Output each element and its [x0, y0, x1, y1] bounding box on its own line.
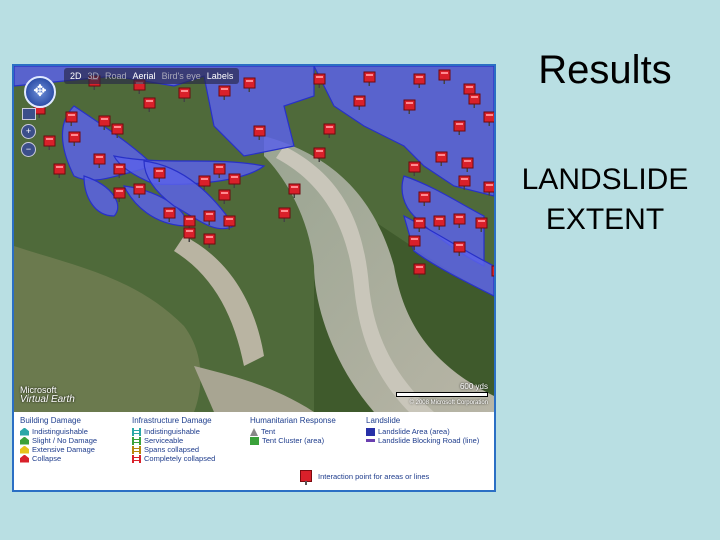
- legend-building-damage: Building Damage Indistinguishable Slight…: [20, 416, 97, 463]
- legend-building-title: Building Damage: [20, 416, 81, 425]
- zoom-in-button[interactable]: +: [21, 124, 36, 139]
- house-icon: [20, 436, 29, 445]
- slide-title: Results: [538, 48, 672, 92]
- toolbar-birds-eye-button[interactable]: Bird's eye: [162, 68, 201, 84]
- map-legend: Building Damage Indistinguishable Slight…: [14, 412, 494, 490]
- bridge-icon: [132, 454, 141, 463]
- pushpin-icon: [300, 470, 312, 485]
- toolbar-2d-button[interactable]: 2D: [70, 68, 82, 84]
- legend-row: Landslide Blocking Road (line): [366, 436, 479, 445]
- legend-label: Extensive Damage: [32, 445, 95, 454]
- house-icon: [20, 454, 29, 463]
- toolbar-aerial-button[interactable]: Aerial: [133, 68, 156, 84]
- legend-row: Collapse: [20, 454, 97, 463]
- toolbar-labels-button[interactable]: Labels: [207, 68, 234, 84]
- map-toolbar: 2D 3D Road Aerial Bird's eye Labels: [64, 68, 240, 84]
- legend-row: Serviceable: [132, 436, 215, 445]
- scale-label: 600 yds: [459, 382, 488, 391]
- satellite-map[interactable]: [14, 66, 494, 412]
- map-copyright: © 2008 Microsoft Corporation: [409, 400, 488, 406]
- slide-body-line-1: LANDSLIDE: [521, 163, 689, 196]
- legend-row: Tent Cluster (area): [250, 436, 336, 445]
- zoom-out-button[interactable]: −: [21, 142, 36, 157]
- legend-row: Completely collapsed: [132, 454, 215, 463]
- legend-infrastructure-damage: Infrastructure Damage Indistinguishable …: [132, 416, 215, 463]
- bridge-icon: [132, 445, 141, 454]
- scale-bar: [396, 392, 488, 397]
- toolbar-3d-button[interactable]: 3D: [88, 68, 100, 84]
- bridge-icon: [132, 427, 141, 436]
- pan-compass-icon[interactable]: [24, 76, 56, 108]
- bridge-icon: [132, 436, 141, 445]
- landslide-road-icon: [366, 439, 375, 442]
- legend-label: Tent Cluster (area): [262, 436, 325, 445]
- legend-label: Landslide Area (area): [378, 427, 450, 436]
- legend-humanitarian-title: Humanitarian Response: [250, 416, 336, 425]
- logo-line-2: Virtual Earth: [20, 394, 75, 405]
- legend-label: Tent: [261, 427, 276, 436]
- legend-label: Landslide Blocking Road (line): [378, 436, 480, 445]
- legend-row: Spans collapsed: [132, 445, 215, 454]
- legend-label: Spans collapsed: [144, 445, 200, 454]
- house-icon: [20, 445, 29, 454]
- legend-row: Indistinguishable: [20, 427, 97, 436]
- legend-interaction-label: Interaction point for areas or lines: [318, 471, 430, 481]
- legend-row: Tent: [250, 427, 336, 436]
- mini-map-toggle[interactable]: [22, 108, 36, 120]
- slide-body: LANDSLIDE EXTENT: [510, 160, 700, 240]
- tent-icon: [250, 427, 258, 436]
- slide-body-line-2: EXTENT: [545, 203, 665, 236]
- legend-row: Slight / No Damage: [20, 436, 97, 445]
- toolbar-road-button[interactable]: Road: [105, 68, 127, 84]
- landslide-area-icon: [366, 427, 375, 436]
- map-view[interactable]: 2D 3D Road Aerial Bird's eye Labels + − …: [14, 66, 494, 412]
- legend-interaction-point: Interaction point for areas or lines: [300, 470, 430, 485]
- legend-label: Indistinguishable: [32, 427, 88, 436]
- legend-label: Indistinguishable: [144, 427, 200, 436]
- legend-infrastructure-title: Infrastructure Damage: [132, 416, 212, 425]
- legend-landslide-title: Landslide: [366, 416, 401, 425]
- legend-label: Slight / No Damage: [32, 436, 98, 445]
- legend-row: Extensive Damage: [20, 445, 97, 454]
- virtual-earth-logo: Microsoft Virtual Earth: [20, 386, 75, 405]
- legend-row: Landslide Area (area): [366, 427, 479, 436]
- legend-landslide: Landslide Landslide Area (area) Landslid…: [366, 416, 479, 445]
- house-icon: [20, 427, 29, 436]
- legend-label: Serviceable: [144, 436, 184, 445]
- map-window: 2D 3D Road Aerial Bird's eye Labels + − …: [12, 64, 496, 492]
- legend-humanitarian-response: Humanitarian Response Tent Tent Cluster …: [250, 416, 336, 445]
- legend-label: Completely collapsed: [144, 454, 216, 463]
- tent-cluster-icon: [250, 436, 259, 445]
- legend-label: Collapse: [32, 454, 62, 463]
- legend-row: Indistinguishable: [132, 427, 215, 436]
